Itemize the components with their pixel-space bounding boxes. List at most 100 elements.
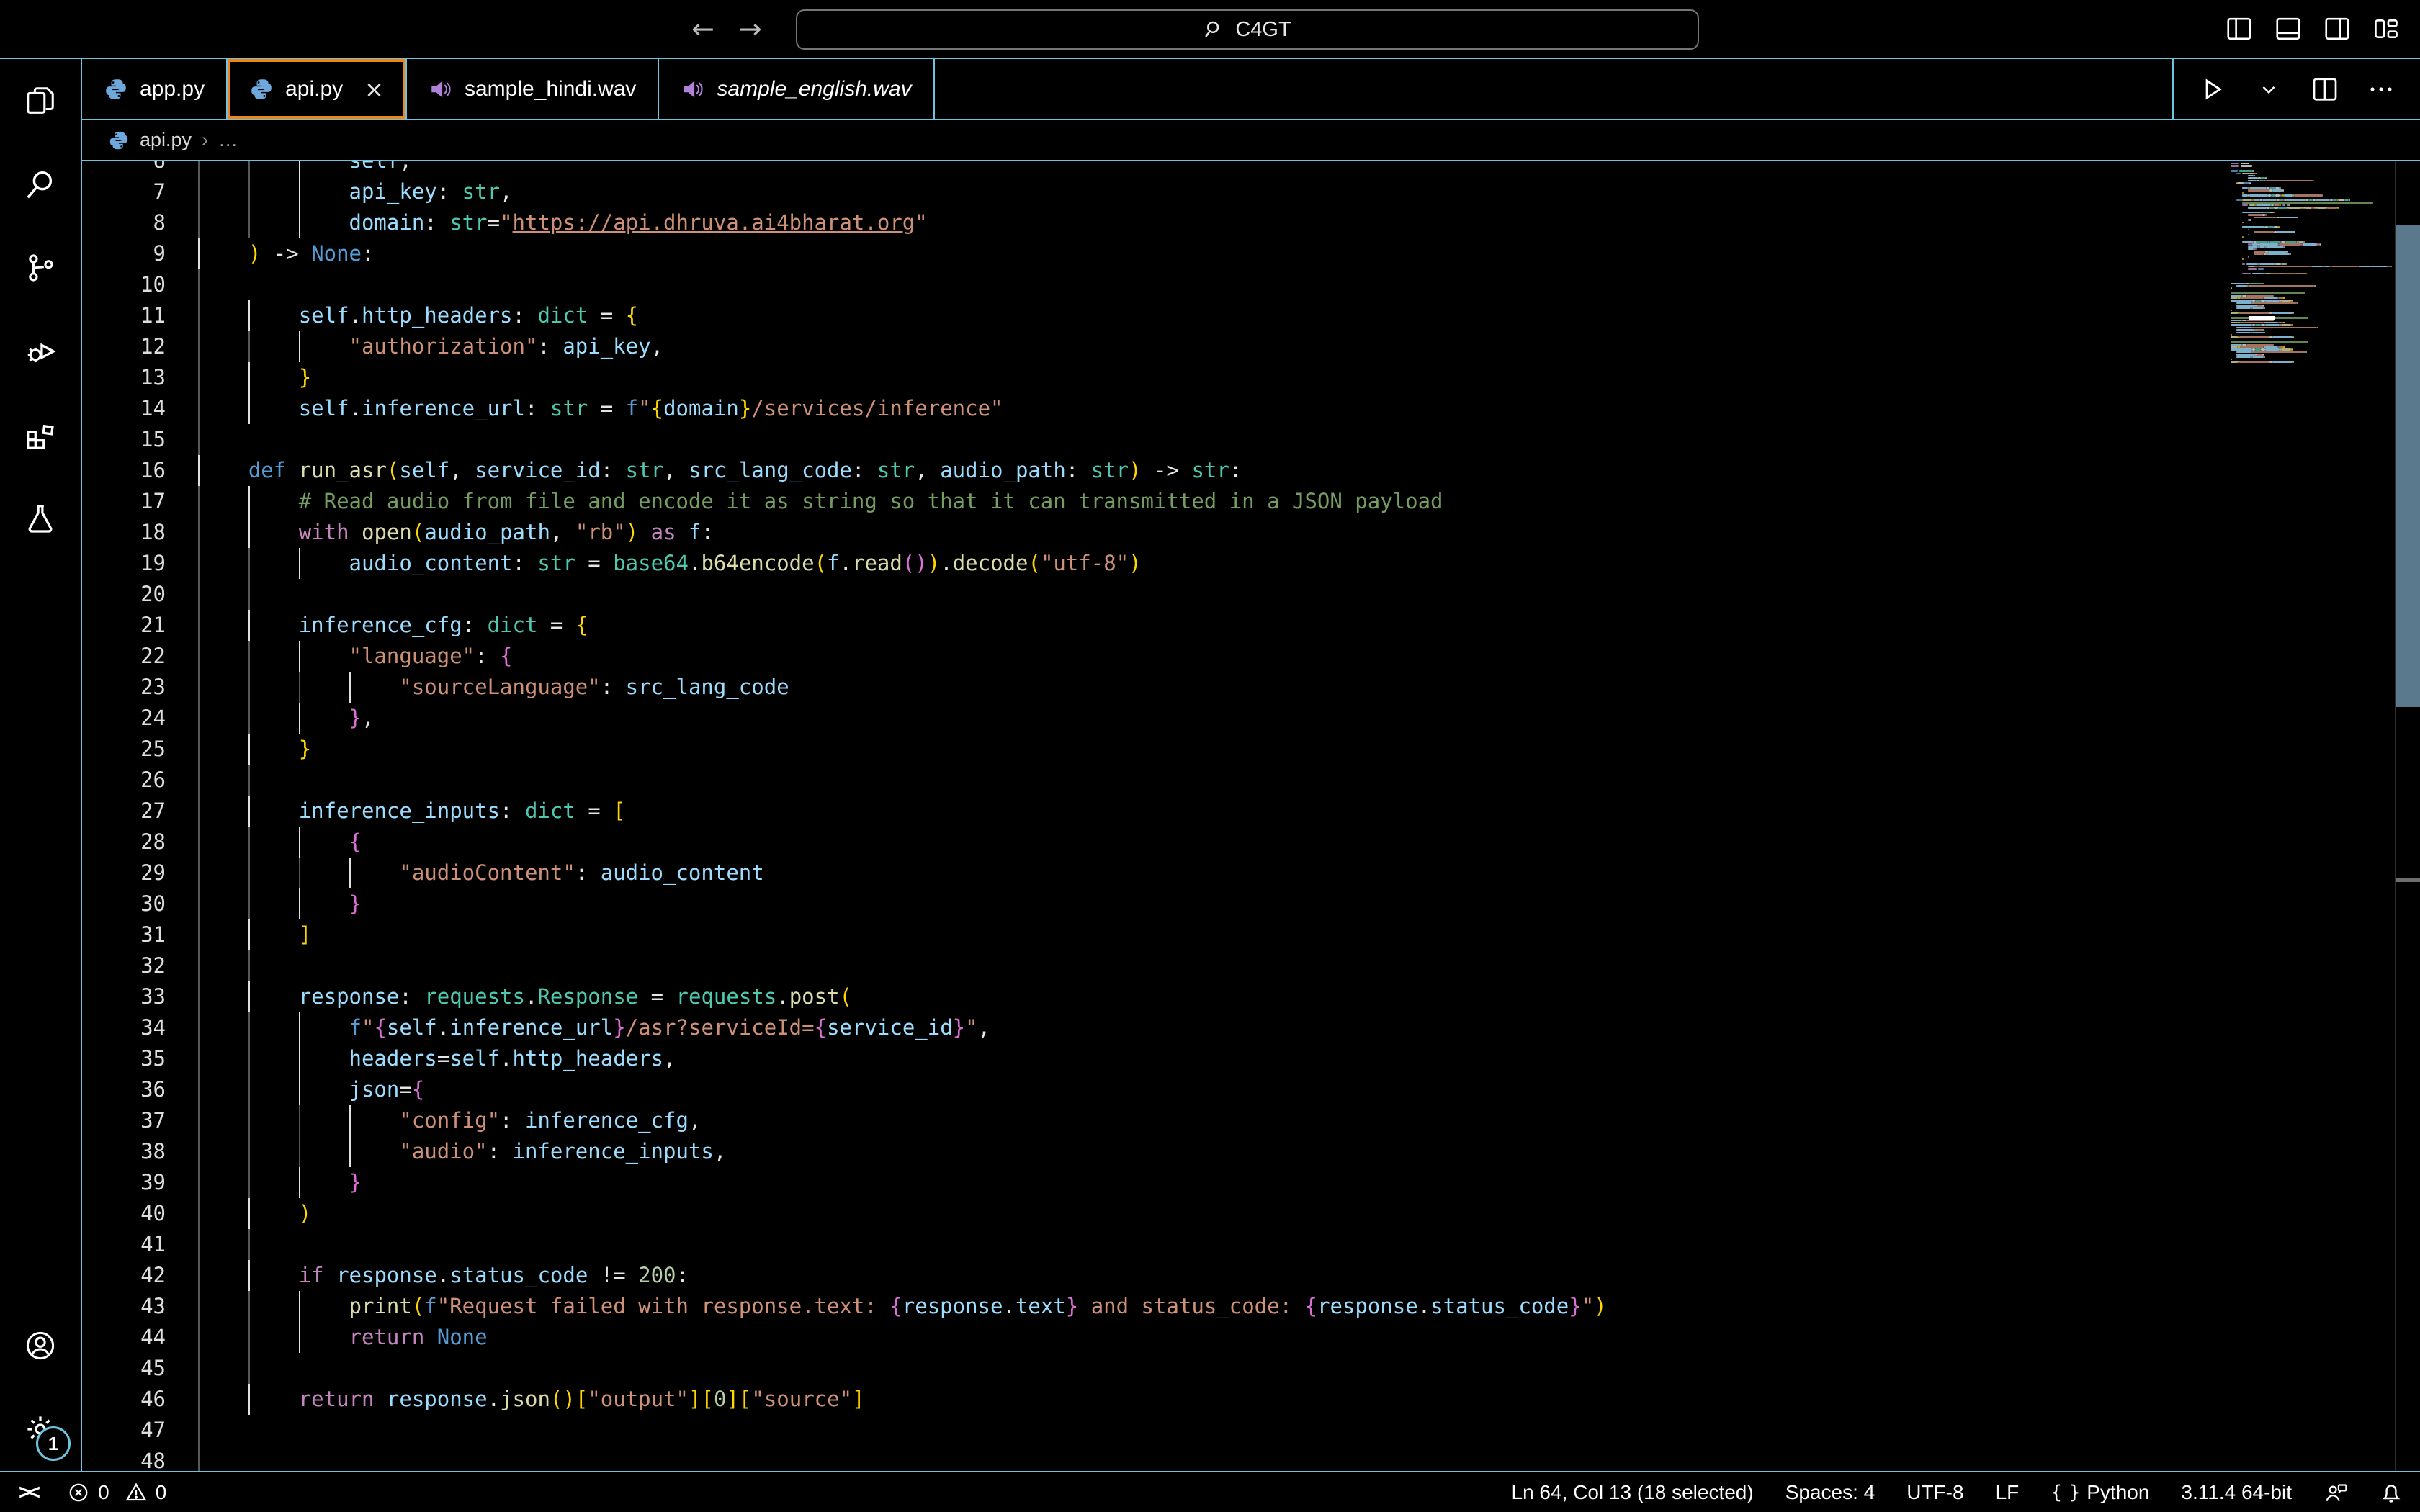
code-line[interactable]: 17 # Read audio from file and encode it … <box>82 486 2420 517</box>
line-number: 20 <box>82 579 166 610</box>
run-dropdown-chevron-icon[interactable] <box>2254 75 2283 104</box>
search-value: C4GT <box>1235 18 1291 42</box>
line-number: 42 <box>82 1260 166 1291</box>
code-line[interactable]: 35 headers=self.http_headers, <box>82 1043 2420 1074</box>
code-line[interactable]: 11 self.http_headers: dict = { <box>82 300 2420 331</box>
customize-layout-icon[interactable] <box>2372 15 2400 42</box>
code-line[interactable]: 45 <box>82 1353 2420 1384</box>
encoding-status[interactable]: UTF-8 <box>1906 1481 1963 1504</box>
code-line[interactable]: 37 "config": inference_cfg, <box>82 1105 2420 1136</box>
line-number: 9 <box>82 238 166 269</box>
remote-indicator-icon[interactable]: >< <box>19 1480 36 1505</box>
code-line[interactable]: 38 "audio": inference_inputs, <box>82 1136 2420 1167</box>
code-line[interactable]: 26 <box>82 765 2420 796</box>
code-line[interactable]: 41 <box>82 1229 2420 1260</box>
line-number: 38 <box>82 1136 166 1167</box>
code-line[interactable]: 31 ] <box>82 919 2420 950</box>
code-line[interactable]: 34 f"{self.inference_url}/asr?serviceId=… <box>82 1012 2420 1043</box>
tab-api-py[interactable]: api.py × <box>228 59 407 119</box>
python-interpreter[interactable]: 3.11.4 64-bit <box>2181 1481 2292 1504</box>
code-line[interactable]: 10 <box>82 269 2420 300</box>
line-number: 32 <box>82 950 166 981</box>
activity-search[interactable] <box>0 143 81 226</box>
code-line[interactable]: 16 def run_asr(self, service_id: str, sr… <box>82 455 2420 486</box>
command-center-search[interactable]: C4GT <box>796 9 1699 50</box>
code-line[interactable]: 44 return None <box>82 1322 2420 1353</box>
more-actions-icon[interactable] <box>2367 75 2396 104</box>
code-line[interactable]: 9 ) -> None: <box>82 238 2420 269</box>
code-line[interactable]: 20 <box>82 579 2420 610</box>
code-line[interactable]: 39 } <box>82 1167 2420 1198</box>
breadcrumb-file[interactable]: api.py <box>140 129 192 151</box>
code-line[interactable]: 23 "sourceLanguage": src_lang_code <box>82 672 2420 703</box>
accounts-button[interactable] <box>0 1304 81 1387</box>
code-line[interactable]: 33 response: requests.Response = request… <box>82 981 2420 1012</box>
line-number: 8 <box>82 207 166 238</box>
code-line[interactable]: 43 print(f"Request failed with response.… <box>82 1291 2420 1322</box>
minimap[interactable] <box>2226 161 2395 1471</box>
code-line[interactable]: 32 <box>82 950 2420 981</box>
code-line[interactable]: 14 self.inference_url: str = f"{domain}/… <box>82 393 2420 424</box>
code-line[interactable]: 30 } <box>82 888 2420 919</box>
code-line[interactable]: 40 ) <box>82 1198 2420 1229</box>
code-line[interactable]: 46 return response.json()["output"][0]["… <box>82 1384 2420 1415</box>
line-number: 6 <box>82 161 166 176</box>
tab-label: api.py <box>285 77 343 102</box>
code-line[interactable]: 15 <box>82 424 2420 455</box>
code-line[interactable]: 25 } <box>82 734 2420 765</box>
tab-sample-hindi-wav[interactable]: sample_hindi.wav <box>407 59 659 119</box>
toggle-primary-sidebar-icon[interactable] <box>2226 15 2253 42</box>
close-tab-icon[interactable]: × <box>364 76 384 103</box>
back-icon[interactable]: ← <box>691 13 714 45</box>
breadcrumb[interactable]: api.py › … <box>82 120 2420 161</box>
code-line[interactable]: 19 audio_content: str = base64.b64encode… <box>82 548 2420 579</box>
code-line[interactable]: 24 }, <box>82 703 2420 734</box>
code-line[interactable]: 48 <box>82 1446 2420 1471</box>
python-file-icon <box>104 77 128 102</box>
code-editor[interactable]: 484746 return response.json()["output"][… <box>82 161 2420 1471</box>
language-mode[interactable]: { } Python <box>2051 1481 2149 1504</box>
code-line[interactable]: 8 domain: str="https://api.dhruva.ai4bha… <box>82 207 2420 238</box>
code-line[interactable]: 42 if response.status_code != 200: <box>82 1260 2420 1291</box>
line-number: 44 <box>82 1322 166 1353</box>
notifications-bell-icon[interactable] <box>2380 1481 2403 1504</box>
activity-testing[interactable] <box>0 477 81 560</box>
activity-explorer[interactable] <box>0 59 81 143</box>
code-line[interactable]: 28 { <box>82 827 2420 858</box>
scrollbar-slider[interactable] <box>2396 225 2420 707</box>
toggle-secondary-sidebar-icon[interactable] <box>2323 15 2351 42</box>
eol-status[interactable]: LF <box>1996 1481 2020 1504</box>
activity-extensions[interactable] <box>0 393 81 477</box>
code-line[interactable]: 12 "authorization": api_key, <box>82 331 2420 362</box>
tab-app-py[interactable]: app.py <box>82 59 228 119</box>
source-control-icon <box>24 251 57 284</box>
problems-status[interactable]: 0 0 <box>68 1481 166 1504</box>
code-line[interactable]: 6 self, <box>82 161 2420 176</box>
status-bar: >< 0 0 Ln 64, Col 13 (18 selected) Space… <box>0 1471 2420 1512</box>
split-editor-icon[interactable] <box>2311 75 2339 104</box>
cursor-position[interactable]: Ln 64, Col 13 (18 selected) <box>1512 1481 1754 1504</box>
scrollbar-selection-marker <box>2396 878 2420 882</box>
code-line[interactable]: 13 } <box>82 362 2420 393</box>
run-python-file-icon[interactable] <box>2198 75 2227 104</box>
activity-run-debug[interactable] <box>0 310 81 393</box>
indentation-status[interactable]: Spaces: 4 <box>1785 1481 1876 1504</box>
toggle-panel-icon[interactable] <box>2275 15 2302 42</box>
feedback-icon[interactable] <box>2323 1481 2348 1504</box>
code-line[interactable]: 29 "audioContent": audio_content <box>82 858 2420 888</box>
code-line[interactable]: 36 json={ <box>82 1074 2420 1105</box>
code-line[interactable]: 47 <box>82 1415 2420 1446</box>
code-line[interactable]: 22 "language": { <box>82 641 2420 672</box>
code-line[interactable]: 7 api_key: str, <box>82 176 2420 207</box>
code-line[interactable]: 21 inference_cfg: dict = { <box>82 610 2420 641</box>
line-number: 46 <box>82 1384 166 1415</box>
tab-sample-english-wav[interactable]: sample_english.wav <box>659 59 934 119</box>
settings-button[interactable]: 1 <box>0 1387 81 1471</box>
code-line[interactable]: 27 inference_inputs: dict = [ <box>82 796 2420 827</box>
breadcrumb-symbol[interactable]: … <box>218 129 238 151</box>
breadcrumb-separator: › <box>202 129 208 151</box>
forward-icon[interactable]: → <box>739 13 762 45</box>
code-line[interactable]: 18 with open(audio_path, "rb") as f: <box>82 517 2420 548</box>
line-number: 31 <box>82 919 166 950</box>
activity-source-control[interactable] <box>0 226 81 310</box>
